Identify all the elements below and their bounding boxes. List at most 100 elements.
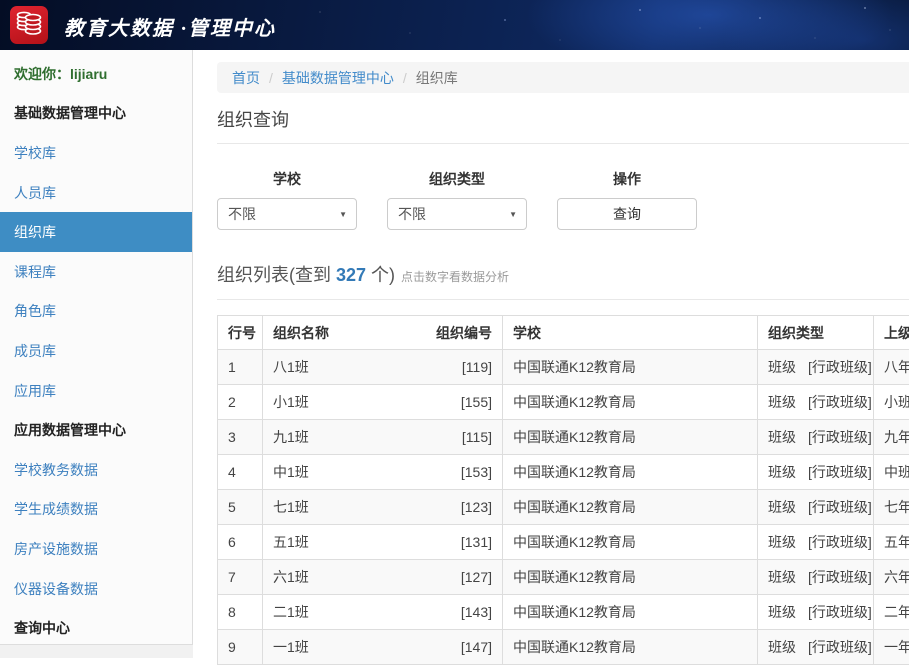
cell-org-name-code: 九1班[115] [263,420,503,455]
school-select[interactable]: 不限 ▼ [217,198,357,230]
database-icon [14,8,44,43]
cell-school: 中国联通K12教育局 [503,420,758,455]
table-row: 5 七1班[123] 中国联通K12教育局 班级[行政班级] 七年 [218,490,909,525]
breadcrumb-current: 组织库 [416,68,458,88]
org-type-tag: [行政班级] [808,464,872,480]
cell-school: 中国联通K12教育局 [503,490,758,525]
sidebar-item-member-db[interactable]: 成员库 [0,331,192,371]
cell-org-name-code: 六1班 [127] [263,560,503,595]
action-field: 操作 查询 [557,169,697,230]
app-header: 教育大数据 ·管理中心 [0,0,909,50]
cell-parent-org: 二年 [874,595,909,630]
cell-org-type: 班级[行政班级] [758,385,874,420]
org-name: 七1班 [273,497,309,517]
cell-org-type: 班级[行政班级] [758,560,874,595]
org-type-select-value: 不限 [398,204,426,224]
breadcrumb-home[interactable]: 首页 [232,68,260,88]
org-code: [131] [461,534,492,550]
org-code: [153] [461,464,492,480]
org-type: 班级 [768,604,796,620]
cell-school: 中国联通K12教育局 [503,560,758,595]
cell-parent-org: 五年 [874,525,909,560]
cell-parent-org: 九年 [874,420,909,455]
sidebar: 欢迎你：lijiaru 基础数据管理中心 学校库 人员库 组织库 课程库 角色库… [0,50,193,645]
cell-school: 中国联通K12教育局 [503,595,758,630]
breadcrumb-separator: / [269,70,273,86]
sidebar-item-school-affairs[interactable]: 学校教务数据 [0,450,192,490]
sidebar-item-student-scores[interactable]: 学生成绩数据 [0,490,192,530]
org-type: 班级 [768,359,796,375]
breadcrumb-basic-data-center[interactable]: 基础数据管理中心 [282,68,394,88]
sidebar-item-school-db[interactable]: 学校库 [0,133,192,173]
org-list-heading: 组织列表(查到 327 个)点击数字看数据分析 [217,261,909,300]
cell-org-type: 班级[行政班级] [758,525,874,560]
school-filter: 学校 不限 ▼ [217,169,357,230]
org-type-tag: [行政班级] [808,499,872,515]
chevron-down-icon: ▼ [509,210,517,219]
sidebar-item-application-db[interactable]: 应用库 [0,371,192,411]
table-header-row: 行号 组织名称 组织编号 学校 组织类型 上级 [218,316,909,350]
cell-org-type: 班级[行政班级] [758,350,874,385]
sidebar-item-property-facilities[interactable]: 房产设施数据 [0,529,192,569]
sidebar-item-instrument-equipment[interactable]: 仪器设备数据 [0,569,192,609]
table-row: 3 九1班[115] 中国联通K12教育局 班级[行政班级] 九年 [218,420,909,455]
cell-row-no: 4 [218,455,263,490]
header-parent-org: 上级 [874,316,909,350]
org-type-filter: 组织类型 不限 ▼ [387,169,527,230]
org-type-tag: [行政班级] [808,569,872,585]
org-code: [119] [462,359,492,375]
org-list-hint: 点击数字看数据分析 [401,270,509,284]
org-name: 一1班 [273,637,309,657]
cell-parent-org: 八年 [874,350,909,385]
org-code: [127] [461,569,492,585]
cell-school: 中国联通K12教育局 [503,455,758,490]
sidebar-item-role-db[interactable]: 角色库 [0,292,192,332]
org-code: [155] [461,394,492,410]
cell-org-type: 班级 [行政班级] [758,455,874,490]
app-logo[interactable] [10,6,48,44]
breadcrumb: 首页 / 基础数据管理中心 / 组织库 [217,62,909,93]
table-row: 9 一1班[147] 中国联通K12教育局 班级[行政班级] 一年 [218,630,909,665]
cell-org-name-code: 五1班 [131] [263,525,503,560]
org-name: 中1班 [273,462,309,482]
cell-row-no: 1 [218,350,263,385]
cell-school: 中国联通K12教育局 [503,630,758,665]
org-type-tag: [行政班级] [808,534,872,550]
welcome-text: 欢迎你：lijiaru [0,54,192,94]
org-code: [147] [461,639,492,655]
sidebar-item-personnel-db[interactable]: 人员库 [0,173,192,213]
cell-parent-org: 小班 [874,385,909,420]
cell-row-no: 9 [218,630,263,665]
table-row: 1 八1班[119] 中国联通K12教育局 班级[行政班级] 八年 [218,350,909,385]
cell-org-type: 班级[行政班级] [758,630,874,665]
sidebar-item-organization-db[interactable]: 组织库 [0,212,192,252]
header-row-no: 行号 [218,316,263,350]
org-type: 班级 [768,464,796,480]
table-row: 2 小1班[155] 中国联通K12教育局 班级[行政班级] 小班 [218,385,909,420]
main-content: 首页 / 基础数据管理中心 / 组织库 组织查询 学校 不限 ▼ 组织类型 不限… [217,50,909,665]
org-type: 班级 [768,499,796,515]
chevron-down-icon: ▼ [339,210,347,219]
org-name: 五1班 [273,532,309,552]
org-type: 班级 [768,429,796,445]
sidebar-section-app-data: 应用数据管理中心 [0,410,192,450]
org-type-select[interactable]: 不限 ▼ [387,198,527,230]
org-code: [115] [462,429,492,445]
header-org-name: 组织名称 [273,323,329,343]
org-type-tag: [行政班级] [808,639,872,655]
org-count[interactable]: 327 [336,265,366,285]
query-button[interactable]: 查询 [557,198,697,230]
cell-org-name-code: 一1班 [147] [263,630,503,665]
cell-org-name-code: 二1班 [143] [263,595,503,630]
school-filter-label: 学校 [217,169,357,189]
cell-org-type: 班级[行政班级] [758,595,874,630]
sidebar-item-course-db[interactable]: 课程库 [0,252,192,292]
org-name: 六1班 [273,567,309,587]
org-name: 二1班 [273,602,309,622]
cell-row-no: 5 [218,490,263,525]
table-row: 8 二1班[143] 中国联通K12教育局 班级[行政班级] 二年 [218,595,909,630]
org-code: [143] [461,604,492,620]
page-title: 组织查询 [217,106,909,144]
cell-org-name-code: 八1班[119] [263,350,503,385]
table-row: 6 五1班[131] 中国联通K12教育局 班级[行政班级] 五年 [218,525,909,560]
